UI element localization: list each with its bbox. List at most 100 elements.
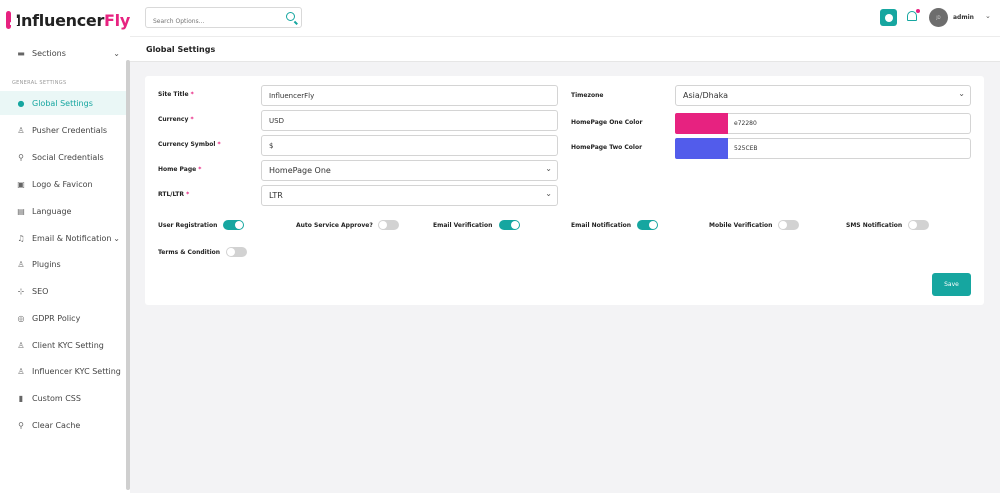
auto-service-approve-toggle[interactable] xyxy=(378,220,399,230)
homepage-one-color-swatch[interactable] xyxy=(675,113,728,134)
email-notification-toggle[interactable] xyxy=(637,220,658,230)
sidebar-item-gdpr-policy[interactable]: ◎ GDPR Policy xyxy=(0,306,126,330)
required-mark: * xyxy=(190,91,194,98)
sidebar-item-email-notification[interactable]: ♫ Email & Notification ⌄ xyxy=(0,226,126,250)
sidebar: Influencer Fly ▬ Sections ⌄ GENERAL SETTI… xyxy=(0,0,130,493)
required-mark: * xyxy=(217,141,221,148)
user-check-icon: ♙ xyxy=(17,340,25,350)
timezone-label: Timezone xyxy=(571,92,604,99)
email-notification-label: Email Notification xyxy=(571,222,632,229)
terms-condition-toggle[interactable] xyxy=(226,247,247,257)
search-input[interactable] xyxy=(146,12,266,31)
sidebar-item-sections[interactable]: ▬ Sections ⌄ xyxy=(0,41,126,65)
sidebar-item-pusher-credentials[interactable]: ♙ Pusher Credentials xyxy=(0,118,126,142)
sms-notification-label: SMS Notification xyxy=(846,222,903,229)
required-mark: * xyxy=(198,166,202,173)
sidebar-item-label: Logo & Favicon xyxy=(32,179,93,189)
mobile-verification-toggle[interactable] xyxy=(778,220,799,230)
sms-notification-toggle[interactable] xyxy=(908,220,929,230)
sidebar-item-custom-css[interactable]: ▮ Custom CSS xyxy=(0,386,126,410)
bell-icon: ♫ xyxy=(17,233,25,243)
sidebar-item-logo-favicon[interactable]: ▣ Logo & Favicon xyxy=(0,172,126,196)
chevron-down-icon: ⌄ xyxy=(113,48,120,58)
language-icon: ▤ xyxy=(17,206,25,216)
homepage-one-color-input[interactable]: e72280 xyxy=(728,113,971,134)
plugin-icon: ♙ xyxy=(17,259,25,269)
terms-condition-label: Terms & Condition xyxy=(158,249,221,256)
user-registration-toggle[interactable] xyxy=(223,220,244,230)
search-icon[interactable] xyxy=(286,12,295,21)
rtl-ltr-select[interactable]: LTR xyxy=(261,185,558,206)
sidebar-item-label: Plugins xyxy=(32,259,61,269)
sidebar-item-seo[interactable]: ⊹ SEO xyxy=(0,279,126,303)
site-title-label: Site Title * xyxy=(158,91,194,98)
top-bar: JD admin ⌄ xyxy=(130,0,1000,36)
currency-input[interactable]: USD xyxy=(261,110,558,131)
sidebar-item-label: GDPR Policy xyxy=(32,313,81,323)
homepage-two-color-input[interactable]: 525CEB xyxy=(728,138,971,159)
toggle-knob xyxy=(235,221,243,229)
sidebar-item-clear-cache[interactable]: ⚲ Clear Cache xyxy=(0,413,126,437)
sidebar-item-label: SEO xyxy=(32,286,49,296)
chevron-down-icon: ⌄ xyxy=(113,233,120,243)
user-name[interactable]: admin xyxy=(953,14,974,21)
sidebar-scrollbar[interactable] xyxy=(126,60,130,490)
sidebar-item-label: Clear Cache xyxy=(32,420,81,430)
sidebar-item-label: Influencer KYC Setting xyxy=(32,366,121,376)
label-text: Home Page xyxy=(158,166,197,173)
page-header: Global Settings xyxy=(130,36,1000,62)
brand-name-part2: Fly xyxy=(104,10,130,30)
sidebar-item-label: Sections xyxy=(32,48,66,58)
sections-icon: ▬ xyxy=(17,48,25,58)
email-verification-toggle[interactable] xyxy=(499,220,520,230)
auto-service-approve-label: Auto Service Approve? xyxy=(296,222,373,229)
sidebar-item-influencer-kyc[interactable]: ♙ Influencer KYC Setting xyxy=(0,359,126,383)
mobile-verification-label: Mobile Verification xyxy=(709,222,773,229)
search-box xyxy=(145,7,302,31)
toggle-knob xyxy=(227,248,235,256)
chevron-down-icon[interactable]: ⌄ xyxy=(985,12,991,20)
save-button[interactable]: Save xyxy=(932,273,971,296)
timezone-select[interactable]: Asia/Dhaka xyxy=(675,85,971,106)
brand-logo[interactable]: Influencer Fly xyxy=(0,0,130,40)
sidebar-item-label: Email & Notification xyxy=(32,233,112,243)
avatar[interactable]: JD xyxy=(929,8,948,27)
image-icon: ▣ xyxy=(17,179,25,189)
label-text: Currency xyxy=(158,116,189,123)
home-page-select[interactable]: HomePage One xyxy=(261,160,558,181)
sidebar-item-label: Custom CSS xyxy=(32,393,81,403)
share-icon: ⚲ xyxy=(18,152,24,162)
currency-label: Currency * xyxy=(158,116,194,123)
currency-symbol-input[interactable]: $ xyxy=(261,135,558,156)
sidebar-item-language[interactable]: ▤ Language xyxy=(0,199,126,223)
required-mark: * xyxy=(190,116,194,123)
notification-bell-button[interactable] xyxy=(905,9,920,25)
sidebar-item-client-kyc[interactable]: ♙ Client KYC Setting xyxy=(0,333,126,357)
rtl-ltr-label: RTL/LTR * xyxy=(158,191,189,198)
homepage-one-color-label: HomePage One Color xyxy=(571,119,643,126)
sidebar-item-global-settings[interactable]: ● Global Settings xyxy=(0,91,126,115)
sidebar-item-plugins[interactable]: ♙ Plugins xyxy=(0,252,126,276)
label-text: RTL/LTR xyxy=(158,191,185,198)
sidebar-item-label: Social Credentials xyxy=(32,152,104,162)
currency-symbol-label: Currency Symbol * xyxy=(158,141,221,148)
toggle-knob xyxy=(649,221,657,229)
seo-icon: ⊹ xyxy=(17,286,25,296)
homepage-two-color-label: HomePage Two Color xyxy=(571,144,643,151)
sidebar-item-social-credentials[interactable]: ⚲ Social Credentials xyxy=(0,145,126,169)
toggle-knob xyxy=(779,221,787,229)
homepage-two-color-swatch[interactable] xyxy=(675,138,728,159)
globe-icon xyxy=(884,13,893,22)
user-check-icon: ♙ xyxy=(17,366,25,376)
home-page-label: Home Page * xyxy=(158,166,201,173)
logo-chart-icon xyxy=(6,11,12,29)
settings-card: Site Title * InfluencerFly Currency * US… xyxy=(145,76,984,305)
language-globe-button[interactable] xyxy=(880,9,897,26)
user-registration-label: User Registration xyxy=(158,222,218,229)
broom-icon: ⚲ xyxy=(18,420,24,430)
toggle-knob xyxy=(909,221,917,229)
email-verification-label: Email Verification xyxy=(433,222,493,229)
users-icon: ♙ xyxy=(17,125,25,135)
site-title-input[interactable]: InfluencerFly xyxy=(261,85,558,106)
toggle-knob xyxy=(379,221,387,229)
